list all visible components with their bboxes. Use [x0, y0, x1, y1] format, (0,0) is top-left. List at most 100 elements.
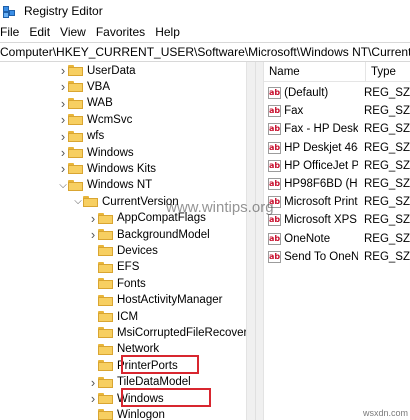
tree-item-windows-nt[interactable]: ⌵ Windows NT	[58, 177, 152, 194]
tree-item-tiledatamodel[interactable]: › TileDataModel	[88, 374, 191, 391]
address-path: Computer\HKEY_CURRENT_USER\Software\Micr…	[0, 45, 410, 59]
watermark-text: www.wintips.org	[166, 199, 274, 216]
tree-item-fonts[interactable]: Fonts	[88, 275, 146, 292]
address-bar[interactable]: Computer\HKEY_CURRENT_USER\Software\Micr…	[0, 42, 410, 62]
chevron-right-icon[interactable]: ›	[88, 390, 98, 407]
value-row[interactable]: abFax - HP Deskjet REG_SZ	[264, 120, 410, 138]
folder-icon	[98, 229, 113, 240]
menu-bar: File Edit View Favorites Help	[0, 22, 410, 41]
menu-help[interactable]: Help	[150, 25, 185, 39]
tree-item-label: Windows	[117, 392, 164, 405]
chevron-right-icon[interactable]: ›	[88, 226, 98, 243]
chevron-down-icon[interactable]: ⌵	[73, 193, 83, 210]
string-value-icon: ab	[268, 87, 282, 99]
tree-item-hostactivitymanager[interactable]: HostActivityManager	[88, 292, 222, 309]
tree-item-backgroundmodel[interactable]: › BackgroundModel	[88, 226, 210, 243]
tree-item-network[interactable]: Network	[88, 341, 159, 358]
folder-icon	[98, 294, 113, 306]
menu-favorites[interactable]: Favorites	[91, 25, 150, 39]
value-row[interactable]: ab HP98F6BD (HP REG_SZ	[264, 175, 410, 193]
tree-item-vba[interactable]: › VBA	[58, 78, 110, 95]
tree-item-windows[interactable]: › Windows	[88, 390, 164, 407]
menu-view[interactable]: View	[55, 25, 91, 39]
tree-item-label: BackgroundModel	[117, 228, 210, 241]
chevron-right-icon[interactable]: ›	[58, 144, 68, 161]
value-row[interactable]: ab Microsoft Print t REG_SZ	[264, 193, 410, 211]
tree-item-label: VBA	[87, 80, 111, 93]
value-name: OneNote	[284, 232, 331, 245]
value-name: (Default)	[284, 87, 329, 99]
registry-editor-icon	[2, 3, 18, 19]
value-name: Fax - HP Deskjet	[284, 123, 358, 136]
value-row[interactable]: abSend To OneNot REG_SZ	[264, 248, 410, 266]
tree-item-wcmsvc[interactable]: › WcmSvc	[58, 111, 133, 128]
value-row[interactable]: abHP Deskjet 4640 REG_SZ	[264, 139, 410, 157]
string-value-icon: ab	[268, 232, 282, 245]
value-type: REG_SZ	[363, 178, 410, 190]
string-value-icon: ab	[268, 178, 282, 190]
tree-item-wab[interactable]: › WAB	[58, 95, 113, 112]
chevron-right-icon[interactable]: ›	[58, 95, 68, 112]
chevron-right-icon[interactable]: ›	[58, 160, 68, 177]
list-header: Name Type	[264, 62, 410, 82]
tree-item-windows-kits[interactable]: › Windows Kits	[58, 160, 156, 177]
tree-item-printerports[interactable]: PrinterPorts	[88, 357, 178, 374]
tree-item-devices[interactable]: Devices	[88, 242, 158, 259]
folder-icon	[98, 343, 113, 355]
chevron-right-icon[interactable]: ›	[88, 210, 98, 227]
tree-item-efs[interactable]: EFS	[88, 259, 139, 276]
value-name: Microsoft Print t	[284, 196, 358, 209]
window-title: Registry Editor	[24, 4, 103, 18]
column-header-type[interactable]: Type	[366, 62, 410, 81]
tree-item-label: Fonts	[117, 277, 146, 290]
value-row[interactable]: abHP OfficeJet Pro REG_SZ	[264, 157, 410, 175]
folder-icon	[98, 360, 113, 372]
value-row[interactable]: ab OneNote REG_SZ	[264, 230, 410, 248]
value-type: REG_SZ	[363, 141, 410, 154]
tree-item-label: PrinterPorts	[117, 359, 178, 372]
value-row[interactable]: ab Fax REG_SZ	[264, 102, 410, 120]
value-name: HP OfficeJet Pro	[284, 159, 358, 172]
tree-item-currentversion[interactable]: ⌵ CurrentVersion	[73, 193, 179, 210]
tree-item-msicorruptedfilerecovery[interactable]: MsiCorruptedFileRecovery	[88, 324, 246, 341]
tree-item-label: Windows Kits	[87, 162, 157, 175]
chevron-down-icon[interactable]: ⌵	[58, 177, 68, 194]
chevron-right-icon[interactable]: ›	[58, 78, 68, 95]
tree-item-label: MsiCorruptedFileRecovery	[117, 326, 246, 339]
pane-splitter[interactable]	[246, 62, 264, 420]
folder-icon	[98, 212, 113, 224]
value-row[interactable]: ab (Default) REG_SZ	[264, 84, 410, 102]
tree-item-wfs[interactable]: › wfs	[58, 128, 104, 145]
menu-file[interactable]: File	[0, 25, 24, 39]
folder-icon	[98, 393, 113, 404]
key-tree-pane[interactable]: › UserData › VBA › WAB › WcmSvc › wfs › Windows › Win…	[0, 62, 246, 420]
menu-edit[interactable]: Edit	[24, 25, 55, 39]
folder-icon	[98, 376, 113, 388]
chevron-right-icon[interactable]: ›	[58, 111, 68, 128]
string-value-icon: ab	[268, 250, 282, 263]
tree-item-icm[interactable]: ICM	[88, 308, 138, 325]
column-header-name[interactable]: Name	[264, 62, 366, 81]
tree-item-label: HostActivityManager	[117, 294, 223, 307]
tree-item-label: Windows NT	[87, 179, 153, 192]
tree-item-userdata[interactable]: › UserData	[58, 62, 136, 79]
chevron-right-icon[interactable]: ›	[58, 62, 68, 79]
chevron-right-icon[interactable]: ›	[88, 374, 98, 391]
folder-icon	[68, 147, 83, 158]
string-value-icon: ab	[268, 123, 282, 136]
folder-icon	[98, 245, 113, 257]
tree-item-windows[interactable]: › Windows	[58, 144, 134, 161]
tree-item-label: Windows	[87, 146, 134, 159]
folder-icon	[98, 278, 113, 290]
chevron-right-icon[interactable]: ›	[58, 128, 68, 145]
tree-item-winlogon[interactable]: Winlogon	[88, 406, 165, 420]
value-row[interactable]: abMicrosoft XPS D REG_SZ	[264, 211, 410, 229]
string-value-icon: ab	[268, 159, 282, 172]
values-list-pane[interactable]: Name Type ab (Default) REG_SZ ab Fax REG_SZ ab…	[264, 62, 410, 420]
tree-item-label: EFS	[117, 261, 140, 274]
